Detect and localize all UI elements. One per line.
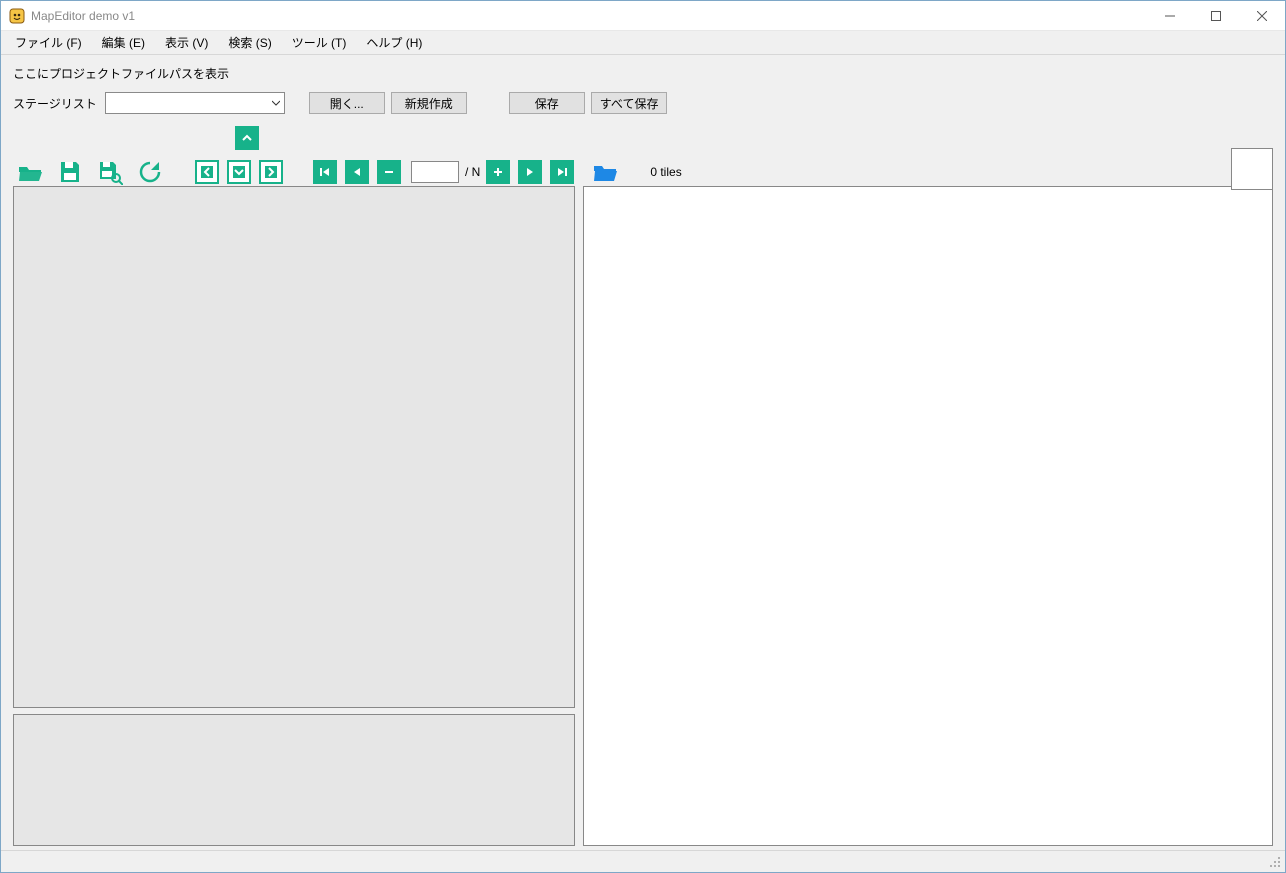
chevron-down-button[interactable] bbox=[227, 160, 251, 184]
map-canvas-panel[interactable] bbox=[13, 186, 575, 708]
open-folder-icon[interactable] bbox=[13, 158, 47, 186]
new-button[interactable]: 新規作成 bbox=[391, 92, 467, 114]
app-icon bbox=[9, 8, 25, 24]
save-button[interactable]: 保存 bbox=[509, 92, 585, 114]
menu-file[interactable]: ファイル (F) bbox=[5, 31, 92, 54]
stage-list-label: ステージリスト bbox=[13, 95, 97, 112]
menu-edit[interactable]: 編集 (E) bbox=[92, 31, 155, 54]
save-all-button[interactable]: すべて保存 bbox=[591, 92, 668, 114]
save-search-icon[interactable] bbox=[93, 158, 127, 186]
step-forward-button[interactable] bbox=[518, 160, 542, 184]
menu-search[interactable]: 検索 (S) bbox=[218, 31, 281, 54]
statusbar bbox=[1, 850, 1285, 872]
panels-area bbox=[13, 186, 1273, 846]
save-icon[interactable] bbox=[53, 158, 87, 186]
info-panel[interactable] bbox=[13, 714, 575, 846]
project-path-label: ここにプロジェクトファイルパスを表示 bbox=[13, 65, 1273, 82]
menubar: ファイル (F) 編集 (E) 表示 (V) 検索 (S) ツール (T) ヘル… bbox=[1, 31, 1285, 55]
tiles-count-label: 0 tiles bbox=[650, 165, 681, 179]
frame-number-input[interactable] bbox=[411, 161, 459, 183]
maximize-button[interactable] bbox=[1193, 1, 1239, 30]
tile-palette-panel[interactable] bbox=[583, 186, 1273, 846]
window-controls bbox=[1147, 1, 1285, 30]
chevron-left-button[interactable] bbox=[195, 160, 219, 184]
chevron-up-button[interactable] bbox=[235, 126, 259, 150]
tiles-folder-icon[interactable] bbox=[588, 158, 622, 186]
toolbar: / N 0 tiles bbox=[13, 126, 1273, 186]
titlebar: MapEditor demo v1 bbox=[1, 1, 1285, 31]
reload-icon[interactable] bbox=[133, 158, 167, 186]
color-preview-box[interactable] bbox=[1231, 148, 1273, 190]
step-back-button[interactable] bbox=[345, 160, 369, 184]
content-area: ここにプロジェクトファイルパスを表示 ステージリスト 開く... 新規作成 保存… bbox=[1, 55, 1285, 850]
minimize-button[interactable] bbox=[1147, 1, 1193, 30]
app-window: MapEditor demo v1 ファイル (F) 編集 (E) 表示 (V)… bbox=[0, 0, 1286, 873]
stage-list-combo[interactable] bbox=[105, 92, 285, 114]
left-column bbox=[13, 186, 575, 846]
resize-grip-icon[interactable] bbox=[1267, 854, 1283, 870]
minus-button[interactable] bbox=[377, 160, 401, 184]
window-title: MapEditor demo v1 bbox=[31, 9, 1147, 23]
skip-first-button[interactable] bbox=[313, 160, 337, 184]
menu-help[interactable]: ヘルプ (H) bbox=[356, 31, 432, 54]
stage-row: ステージリスト 開く... 新規作成 保存 すべて保存 bbox=[13, 92, 1273, 114]
close-button[interactable] bbox=[1239, 1, 1285, 30]
menu-tool[interactable]: ツール (T) bbox=[282, 31, 357, 54]
skip-last-button[interactable] bbox=[550, 160, 574, 184]
plus-button[interactable] bbox=[486, 160, 510, 184]
frame-total-label: / N bbox=[465, 165, 480, 179]
menu-view[interactable]: 表示 (V) bbox=[155, 31, 218, 54]
open-button[interactable]: 開く... bbox=[309, 92, 385, 114]
chevron-right-button[interactable] bbox=[259, 160, 283, 184]
